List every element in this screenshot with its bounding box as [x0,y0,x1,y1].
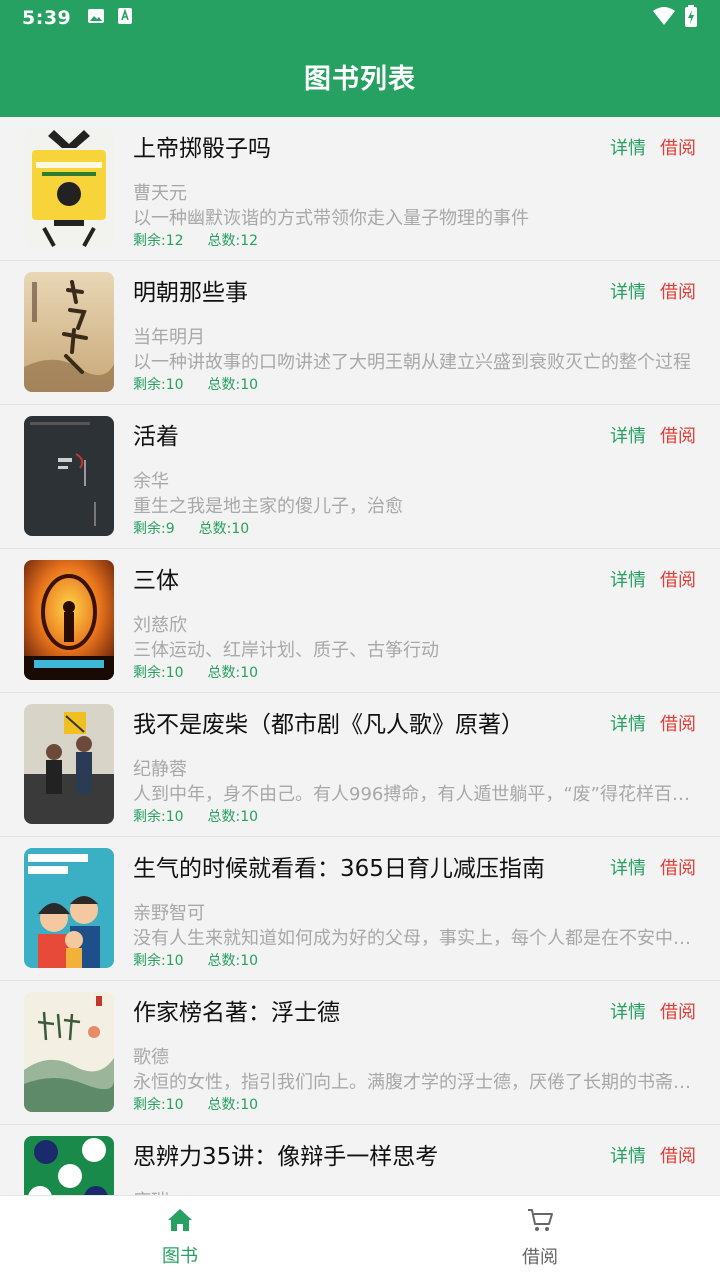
book-title[interactable]: 思辨力35讲：像辩手一样思考 [133,1137,593,1171]
status-bar: 5:39 [0,0,720,36]
wifi-icon [652,6,676,30]
book-description: 没有人生来就知道如何成为好的父母，事实上，每个人都是在不安中… [133,928,691,949]
book-description: 重生之我是地主家的傻儿子，治愈 [133,496,403,517]
book-description: 以一种幽默诙谐的方式带领你走入量子物理的事件 [133,208,529,229]
book-title[interactable]: 明朝那些事 [133,273,593,307]
book-list-item[interactable]: 我不是废柴（都市剧《凡人歌》原著） 详情 借阅 纪静蓉 人到中年，身不由己。有人… [0,693,720,837]
total-count: 总数:10 [207,1097,259,1113]
book-author: 余华 [133,471,169,492]
book-list[interactable]: 上帝掷骰子吗 详情 借阅 曹天元 以一种幽默诙谐的方式带领你走入量子物理的事件 … [0,117,720,1195]
borrow-button[interactable]: 借阅 [660,422,696,448]
page-title: 图书列表 [304,64,416,95]
detail-button[interactable]: 详情 [610,854,646,880]
book-description: 以一种讲故事的口吻讲述了大明王朝从建立兴盛到衰败灭亡的整个过程 [133,352,691,373]
image-notification-icon [87,7,105,29]
home-icon [167,1208,193,1236]
book-author: 歌德 [133,1047,169,1068]
nav-books-label: 图书 [162,1246,198,1267]
borrow-button[interactable]: 借阅 [660,566,696,592]
total-count: 总数:10 [207,377,259,393]
cart-icon [526,1207,554,1237]
nav-books-tab[interactable]: 图书 [0,1196,360,1280]
book-description: 人到中年，身不由己。有人996搏命，有人遁世躺平，“废”得花样百出… [133,784,693,805]
status-time: 5:39 [22,7,72,29]
book-author: 席瑞 [133,1187,169,1195]
total-count: 总数:12 [207,233,259,249]
to-live-cover [24,416,114,536]
borrow-button[interactable]: 借阅 [660,854,696,880]
remaining-count: 剩余:10 [133,377,184,393]
book-list-item[interactable]: 作家榜名著：浮士德 详情 借阅 歌德 永恒的女性，指引我们向上。满腹才学的浮士德… [0,981,720,1125]
book-title[interactable]: 活着 [133,417,593,451]
total-count: 总数:10 [198,521,250,537]
book-title[interactable]: 三体 [133,561,593,595]
detail-button[interactable]: 详情 [610,566,646,592]
parenting-illustration-cover [24,848,114,968]
ming-dynasty-cover [24,272,114,392]
book-author: 刘慈欣 [133,615,187,636]
a-notification-icon [117,7,133,29]
borrow-button[interactable]: 借阅 [660,1142,696,1168]
book-description: 三体运动、红岸计划、质子、古筝行动 [133,640,439,661]
couple-photo-cover [24,704,114,824]
book-author: 亲野智可 [133,903,205,924]
book-title[interactable]: 我不是废柴（都市剧《凡人歌》原著） [133,705,593,739]
remaining-count: 剩余:9 [133,521,175,537]
total-count: 总数:10 [207,953,259,969]
book-title[interactable]: 生气的时候就看看：365日育儿减压指南 [133,849,593,883]
bottom-nav: 图书 借阅 [0,1195,720,1280]
battery-icon [684,5,698,31]
book-author: 纪静蓉 [133,759,187,780]
borrow-button[interactable]: 借阅 [660,278,696,304]
book-list-item[interactable]: 思辨力35讲：像辩手一样思考 详情 借阅 席瑞 [0,1125,720,1195]
book-title[interactable]: 作家榜名著：浮士德 [133,993,593,1027]
book-author: 当年明月 [133,327,205,348]
detail-button[interactable]: 详情 [610,422,646,448]
polka-dot-cover [24,1136,114,1195]
detail-button[interactable]: 详情 [610,278,646,304]
dice-book-cover [24,128,114,248]
book-list-item[interactable]: 活着 详情 借阅 余华 重生之我是地主家的傻儿子，治愈 剩余:9 总数:10 [0,405,720,549]
three-body-cover [24,560,114,680]
book-list-item[interactable]: 生气的时候就看看：365日育儿减压指南 详情 借阅 亲野智可 没有人生来就知道如… [0,837,720,981]
book-list-item[interactable]: 三体 详情 借阅 刘慈欣 三体运动、红岸计划、质子、古筝行动 剩余:10 总数:… [0,549,720,693]
app-bar: 图书列表 [0,36,720,117]
borrow-button[interactable]: 借阅 [660,710,696,736]
remaining-count: 剩余:10 [133,809,184,825]
book-title[interactable]: 上帝掷骰子吗 [133,129,593,163]
borrow-button[interactable]: 借阅 [660,998,696,1024]
remaining-count: 剩余:10 [133,1097,184,1113]
nav-borrow-label: 借阅 [522,1247,558,1268]
borrow-button[interactable]: 借阅 [660,134,696,160]
remaining-count: 剩余:10 [133,665,184,681]
book-list-item[interactable]: 上帝掷骰子吗 详情 借阅 曹天元 以一种幽默诙谐的方式带领你走入量子物理的事件 … [0,117,720,261]
total-count: 总数:10 [207,665,259,681]
remaining-count: 剩余:12 [133,233,184,249]
faust-landscape-cover [24,992,114,1112]
book-description: 永恒的女性，指引我们向上。满腹才学的浮士德，厌倦了长期的书斋… [133,1072,691,1093]
nav-borrow-tab[interactable]: 借阅 [360,1196,720,1280]
remaining-count: 剩余:10 [133,953,184,969]
book-list-item[interactable]: 明朝那些事 详情 借阅 当年明月 以一种讲故事的口吻讲述了大明王朝从建立兴盛到衰… [0,261,720,405]
total-count: 总数:10 [207,809,259,825]
detail-button[interactable]: 详情 [610,710,646,736]
detail-button[interactable]: 详情 [610,134,646,160]
book-author: 曹天元 [133,183,187,204]
detail-button[interactable]: 详情 [610,998,646,1024]
detail-button[interactable]: 详情 [610,1142,646,1168]
